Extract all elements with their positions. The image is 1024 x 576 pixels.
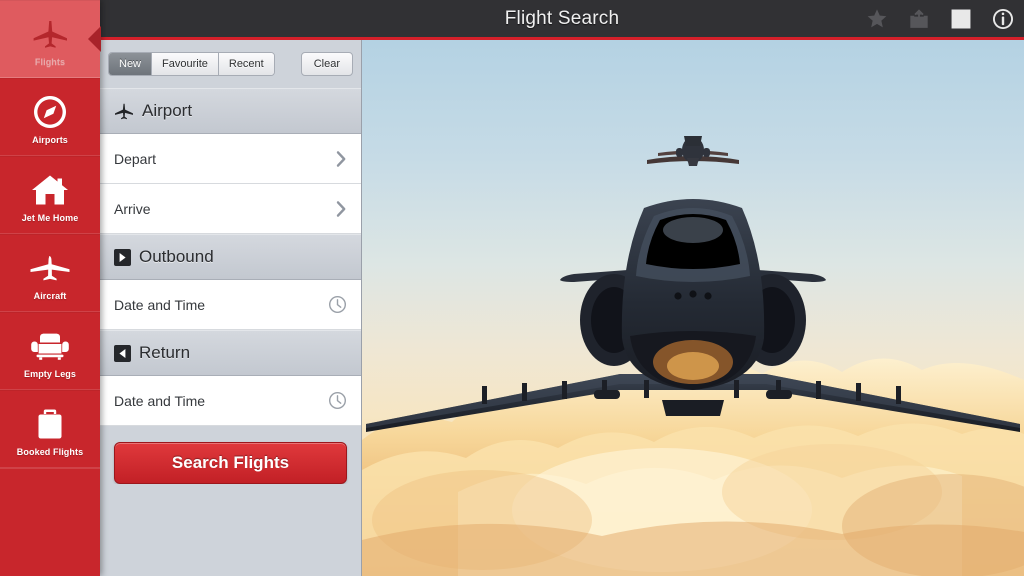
armchair-icon [30, 324, 70, 368]
row-label: Arrive [114, 200, 151, 217]
clock-icon [328, 295, 347, 314]
hero-photo [362, 40, 1024, 576]
airplane-icon [114, 103, 134, 120]
sidebar-item-label: Flights [34, 56, 66, 67]
row-outbound-date-time[interactable]: Date and Time [100, 280, 361, 330]
sidebar-item-aircraft[interactable]: Aircraft [0, 234, 100, 312]
airplane-icon [30, 12, 70, 56]
favourite-star-icon[interactable] [864, 6, 890, 32]
sidebar-item-label: Jet Me Home [21, 212, 79, 223]
row-return-date-time[interactable]: Date and Time [100, 376, 361, 426]
arrow-left-badge-icon [114, 344, 131, 362]
chevron-right-icon [335, 150, 347, 168]
row-label: Date and Time [114, 296, 206, 313]
row-arrive[interactable]: Arrive [100, 184, 361, 234]
chevron-right-icon [335, 200, 347, 218]
tab-new[interactable]: New [109, 53, 153, 75]
filter-bar: New Favourite Recent Clear [100, 40, 361, 88]
sidebar: Flights Airports Jet Me Home Aircraft Em… [0, 0, 100, 576]
body: New Favourite Recent Clear Airport Depar… [100, 40, 1024, 576]
tab-favourite[interactable]: Favourite [152, 53, 219, 75]
tab-recent[interactable]: Recent [218, 53, 274, 75]
sidebar-filler [0, 468, 100, 576]
info-icon[interactable] [990, 6, 1016, 32]
sidebar-item-label: Booked Flights [16, 446, 84, 457]
section-title: Outbound [139, 247, 214, 266]
compose-icon[interactable] [948, 6, 974, 32]
sidebar-item-empty-legs[interactable]: Empty Legs [0, 312, 100, 390]
aircraft-icon [29, 246, 71, 290]
home-icon [31, 168, 69, 212]
sidebar-item-label: Empty Legs [23, 368, 76, 379]
share-icon[interactable] [906, 6, 932, 32]
sidebar-item-airports[interactable]: Airports [0, 78, 100, 156]
flight-search-form-panel: New Favourite Recent Clear Airport Depar… [100, 40, 362, 576]
panel-filler [100, 484, 361, 576]
section-header-return: Return [100, 330, 361, 376]
sidebar-item-label: Aircraft [33, 290, 67, 301]
search-button-container: Search Flights [100, 426, 361, 484]
section-title: Airport [142, 101, 193, 120]
sidebar-item-booked-flights[interactable]: Booked Flights [0, 390, 100, 468]
row-label: Depart [114, 150, 157, 167]
search-flights-button[interactable]: Search Flights [114, 442, 347, 484]
arrow-right-badge-icon [114, 248, 131, 266]
section-title: Return [139, 343, 191, 362]
app-root: Flights Airports Jet Me Home Aircraft Em… [0, 0, 1024, 576]
section-header-outbound: Outbound [100, 234, 361, 280]
titlebar: Flight Search [100, 0, 1024, 40]
sidebar-item-flights[interactable]: Flights [0, 0, 100, 78]
row-label: Date and Time [114, 392, 206, 409]
segmented-control[interactable]: New Favourite Recent [108, 52, 275, 76]
titlebar-actions [864, 6, 1016, 32]
compass-icon [33, 90, 67, 134]
content-area: Flight Search New Favourite Recent Clear… [100, 0, 1024, 576]
sidebar-item-jet-me-home[interactable]: Jet Me Home [0, 156, 100, 234]
section-header-airport: Airport [100, 88, 361, 134]
briefcase-icon [33, 402, 67, 446]
clock-icon [328, 391, 347, 410]
aircraft-sunset-image [362, 40, 1024, 576]
row-depart[interactable]: Depart [100, 134, 361, 184]
sidebar-item-label: Airports [32, 134, 68, 145]
clear-button[interactable]: Clear [300, 52, 353, 76]
